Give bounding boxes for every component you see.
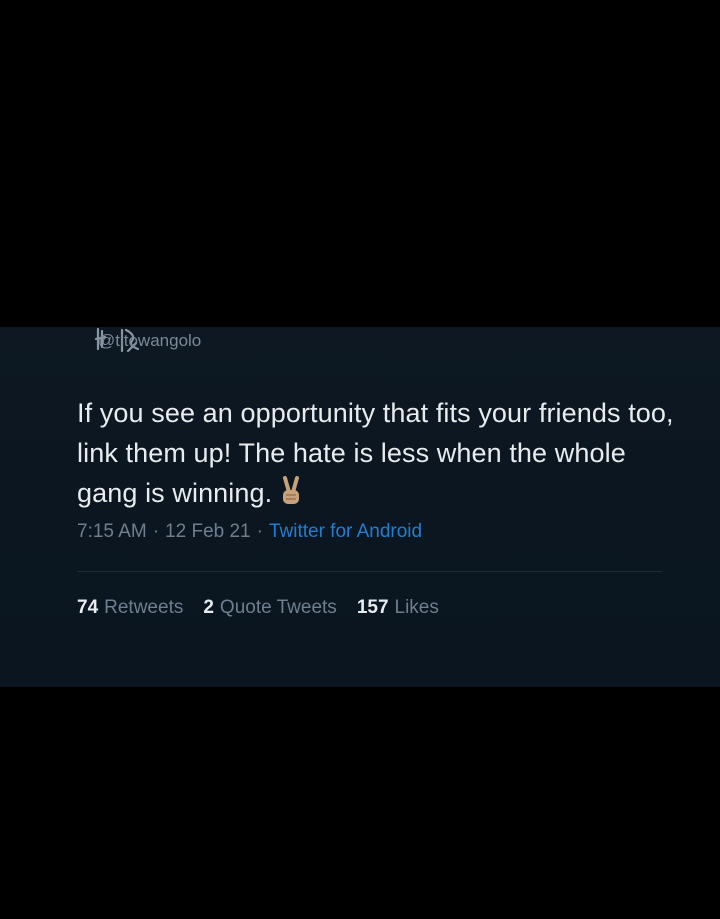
tweet-body: If you see an opportunity that fits your… — [77, 398, 674, 508]
retweets-stat[interactable]: 74 Retweets — [77, 597, 183, 619]
author-handle[interactable]: @titowangolo — [98, 331, 201, 351]
meta-separator: · — [256, 521, 263, 542]
quote-tweets-count: 2 — [203, 597, 214, 618]
screenshot-page: @titowangolo If you see an opportunity t… — [0, 0, 720, 919]
quote-tweets-stat[interactable]: 2 Quote Tweets — [203, 597, 336, 619]
retweets-label: Retweets — [104, 597, 184, 618]
quote-tweets-label: Quote Tweets — [219, 597, 337, 618]
tweet-meta: 7:15 AM · 12 Feb 21 · Twitter for Android — [77, 521, 422, 543]
divider — [77, 571, 662, 572]
likes-stat[interactable]: 157 Likes — [357, 597, 439, 619]
tweet-date[interactable]: 12 Feb 21 — [165, 521, 251, 542]
tweet-card[interactable]: @titowangolo If you see an opportunity t… — [0, 327, 720, 687]
tweet-source-link[interactable]: Twitter for Android — [269, 521, 422, 542]
likes-label: Likes — [394, 597, 439, 618]
tweet-stats: 74 Retweets 2 Quote Tweets 157 Likes — [77, 597, 459, 619]
meta-separator: · — [152, 521, 160, 542]
retweets-count: 74 — [77, 597, 99, 618]
victory-hand-icon — [278, 476, 304, 517]
tweet-time: 7:15 AM — [77, 521, 147, 542]
likes-count: 157 — [356, 597, 389, 618]
tweet-text: If you see an opportunity that fits your… — [77, 393, 677, 517]
